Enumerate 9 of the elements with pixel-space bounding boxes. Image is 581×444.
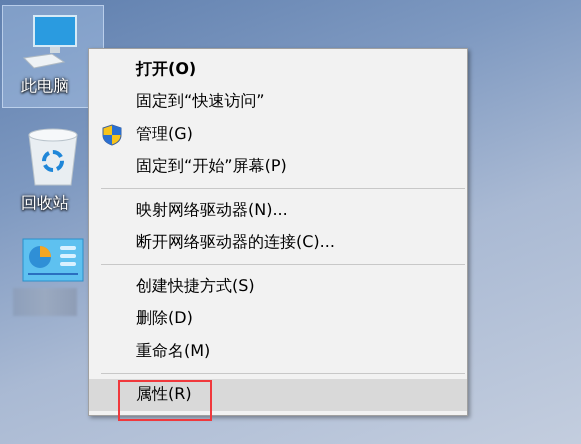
- icon-label: 此电脑: [21, 76, 70, 97]
- menu-item[interactable]: 属性(R): [89, 378, 467, 411]
- menu-item[interactable]: 重命名(M): [89, 335, 467, 368]
- shield-icon: [101, 124, 123, 146]
- menu-item[interactable]: 创建快捷方式(S): [89, 270, 467, 302]
- icon-label: 回收站: [21, 193, 70, 214]
- menu-item[interactable]: 断开网络驱动器的连接(C)...: [89, 226, 467, 259]
- menu-item[interactable]: 删除(D): [89, 302, 467, 335]
- control-panel-icon: [22, 238, 84, 282]
